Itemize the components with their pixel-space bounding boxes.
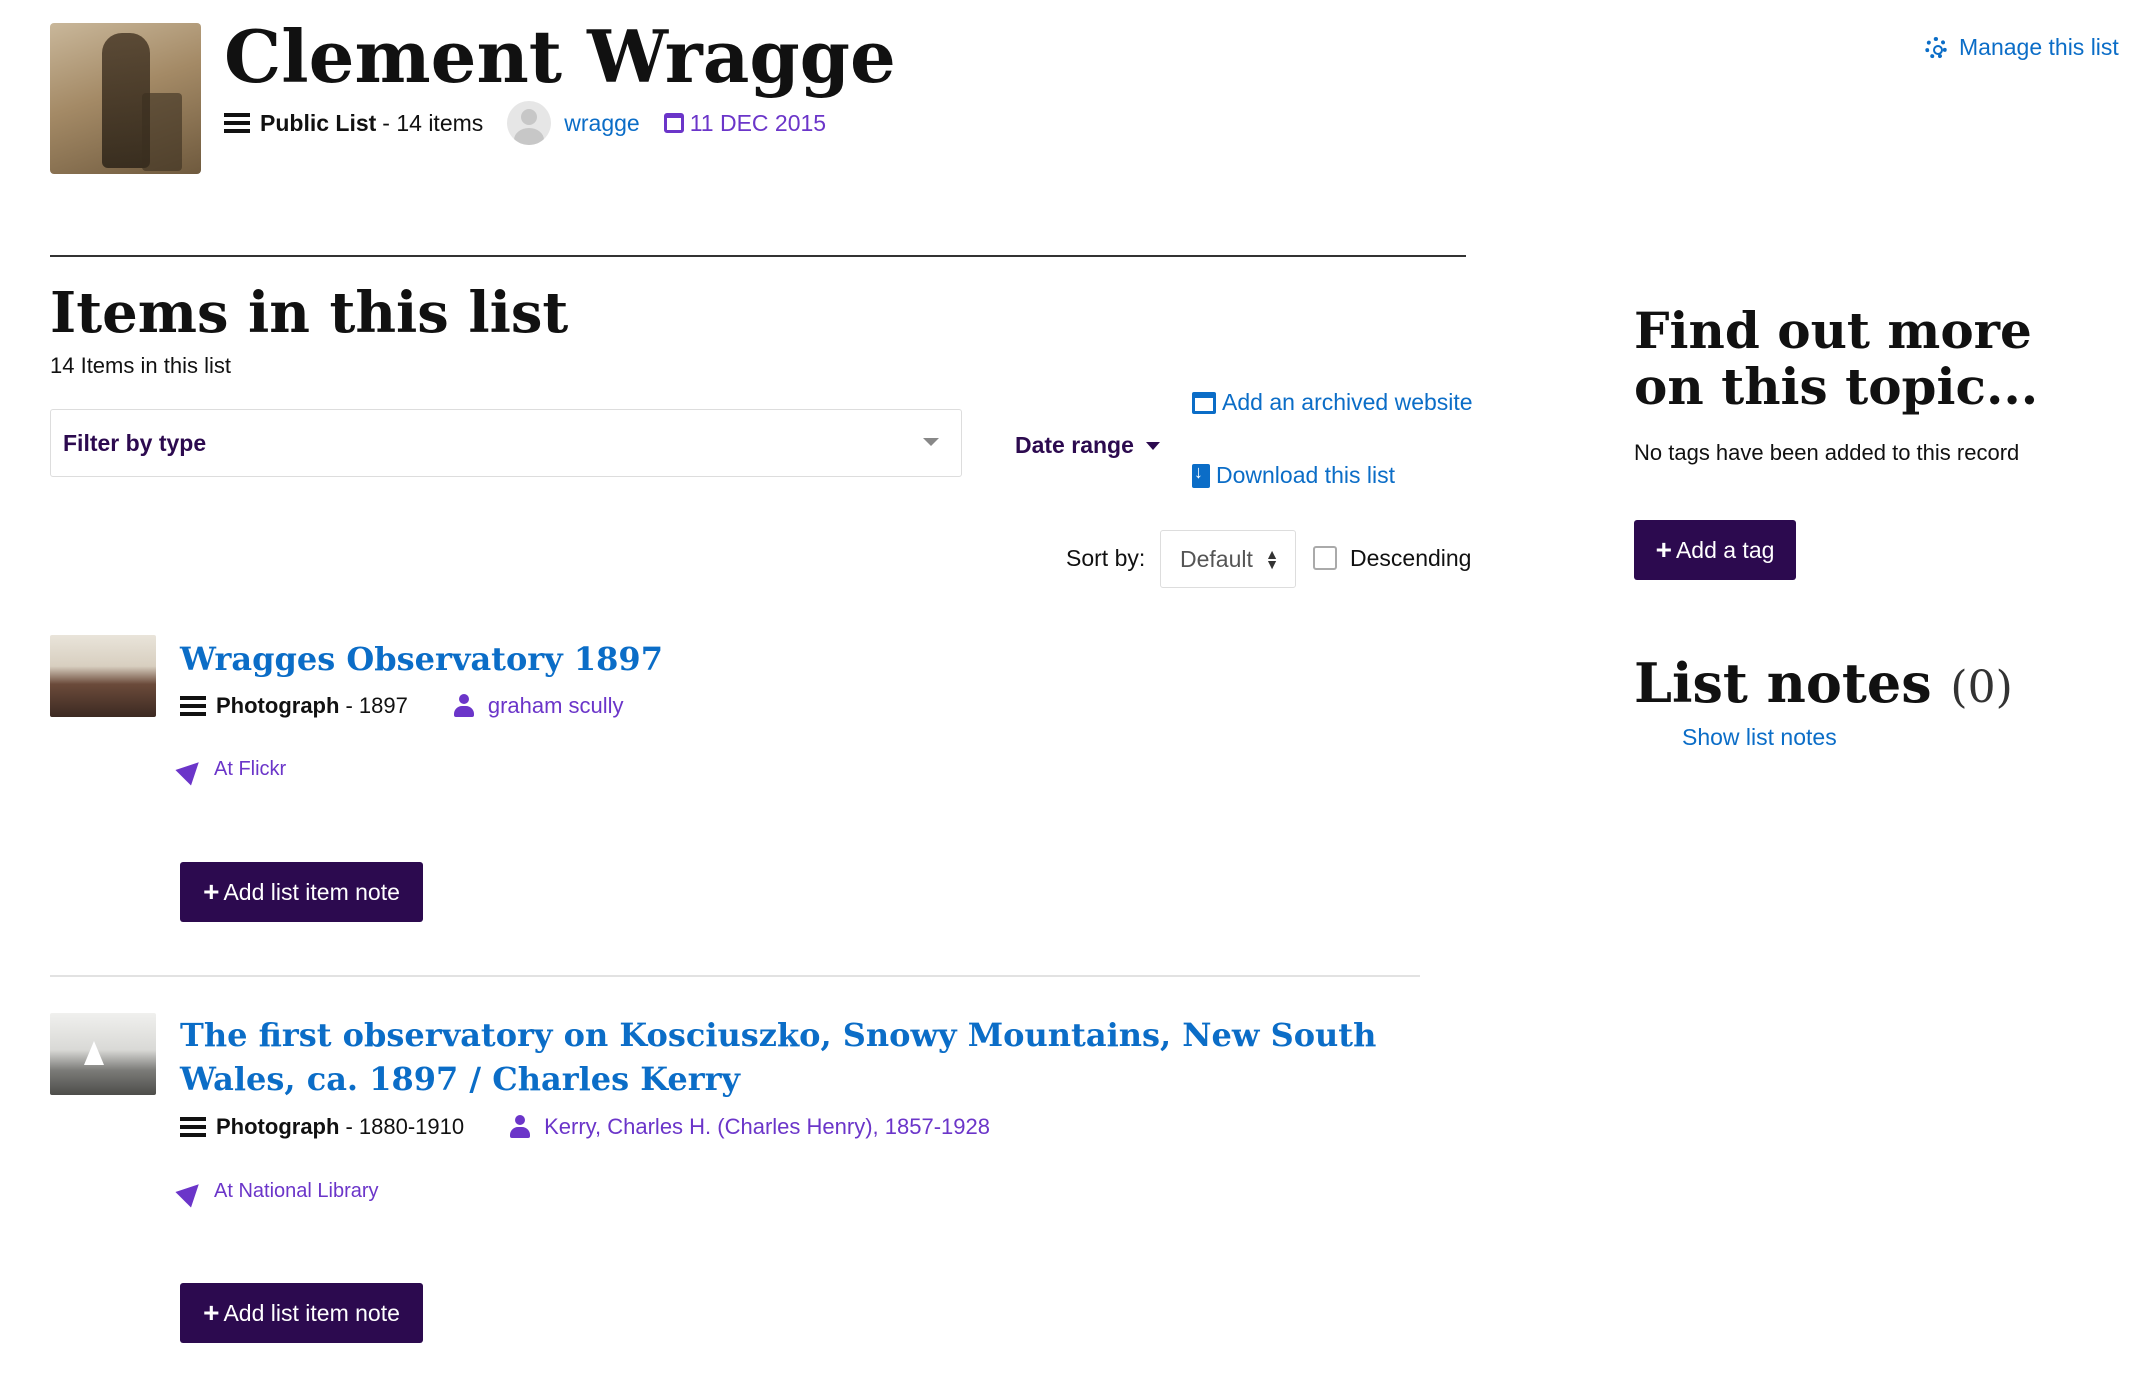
- item-thumbnail[interactable]: [50, 635, 156, 717]
- plus-icon: +: [203, 1297, 220, 1328]
- format-list-icon: [180, 696, 206, 716]
- location-arrow-icon: [175, 753, 207, 786]
- date-range-dropdown[interactable]: Date range: [1015, 432, 1160, 459]
- add-archived-website-link[interactable]: Add an archived website: [1192, 389, 1473, 416]
- list-meta: Public List - 14 items wragge 11 DEC 201…: [224, 101, 827, 145]
- list-type: Public List: [260, 109, 377, 136]
- sort-select[interactable]: Default ▲ ▼: [1160, 530, 1296, 588]
- item-location[interactable]: At Flickr: [175, 753, 287, 786]
- item-location-label: At Flickr: [214, 758, 287, 780]
- manage-list-label: Manage this list: [1959, 34, 2119, 60]
- item-meta: Photograph - 1897 graham scully: [180, 693, 624, 719]
- item-format: Photograph: [216, 1114, 340, 1139]
- item-title-link[interactable]: The first observatory on Kosciuszko, Sno…: [180, 1013, 1430, 1101]
- gear-icon: [1925, 36, 1947, 59]
- item-format: Photograph: [216, 693, 340, 718]
- items-heading: Items in this list: [50, 280, 569, 346]
- note-button-label: Add list item note: [223, 1299, 400, 1326]
- page-title: Clement Wragge: [224, 14, 896, 99]
- list-notes-label: List notes: [1634, 651, 1932, 715]
- chevron-down-icon: [923, 438, 939, 446]
- find-out-more-heading: Find out more on this topic...: [1634, 301, 2039, 416]
- item-date: - 1897: [345, 693, 408, 718]
- date-range-label: Date range: [1015, 432, 1134, 458]
- calendar-icon: [663, 113, 684, 133]
- list-notes-heading: List notes (0): [1634, 650, 2013, 721]
- descending-label: Descending: [1350, 545, 1472, 571]
- note-button-label: Add list item note: [223, 878, 400, 905]
- caret-down-icon: [1145, 441, 1160, 450]
- sort-arrows-icon: ▲ ▼: [1265, 546, 1279, 572]
- thumbnail-chair: [142, 93, 182, 171]
- filter-label: Filter by type: [63, 429, 207, 456]
- download-icon: [1192, 462, 1210, 488]
- person-icon: [453, 694, 474, 718]
- sort-value: Default: [1180, 545, 1253, 572]
- format-list-icon: [180, 1117, 206, 1137]
- list-item-count: - 14 items: [382, 109, 484, 136]
- item-thumbnail[interactable]: [50, 1013, 156, 1095]
- no-tags-text: No tags have been added to this record: [1634, 440, 2020, 465]
- add-archived-label: Add an archived website: [1222, 389, 1473, 415]
- avatar-icon: [507, 101, 552, 145]
- item-meta: Photograph - 1880-1910 Kerry, Charles H.…: [180, 1114, 990, 1140]
- show-list-notes-link[interactable]: Show list notes: [1682, 724, 1837, 751]
- browser-icon: [1192, 391, 1216, 414]
- manage-list-link[interactable]: Manage this list: [1925, 34, 2119, 61]
- add-list-item-note-button[interactable]: + Add list item note: [180, 1283, 423, 1343]
- list-thumbnail: [50, 23, 201, 174]
- download-label: Download this list: [1216, 462, 1395, 488]
- items-count: 14 Items in this list: [50, 353, 231, 378]
- owner-link[interactable]: wragge: [564, 110, 639, 137]
- sort-label: Sort by:: [1066, 545, 1146, 571]
- item-divider: [50, 975, 1420, 977]
- item-creator-link[interactable]: Kerry, Charles H. (Charles Henry), 1857-…: [544, 1114, 990, 1140]
- plus-icon: +: [203, 876, 220, 907]
- person-icon: [510, 1115, 531, 1139]
- list-notes-count: (0): [1950, 662, 2013, 713]
- list-date: 11 DEC 2015: [689, 109, 827, 136]
- item-location-label: At National Library: [214, 1180, 379, 1202]
- add-tag-button[interactable]: + Add a tag: [1634, 520, 1796, 580]
- item-location[interactable]: At National Library: [175, 1175, 379, 1208]
- location-arrow-icon: [175, 1175, 207, 1208]
- add-list-item-note-button[interactable]: + Add list item note: [180, 862, 423, 922]
- list-icon: [224, 113, 250, 133]
- add-tag-label: Add a tag: [1675, 536, 1775, 563]
- item-date: - 1880-1910: [345, 1114, 465, 1139]
- item-creator-link[interactable]: graham scully: [488, 693, 624, 719]
- item-title-link[interactable]: Wragges Observatory 1897: [180, 637, 1430, 681]
- plus-icon: +: [1655, 534, 1672, 565]
- filter-by-type-select[interactable]: Filter by type: [50, 409, 962, 477]
- descending-checkbox[interactable]: [1313, 546, 1337, 570]
- download-list-link[interactable]: Download this list: [1192, 462, 1395, 489]
- header-divider: [50, 255, 1466, 257]
